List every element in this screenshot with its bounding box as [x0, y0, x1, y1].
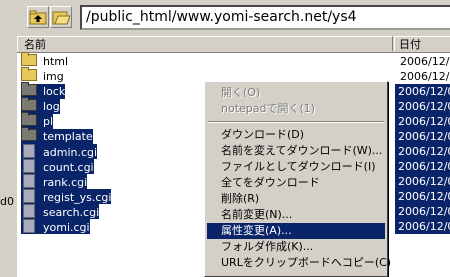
folder-icon	[21, 67, 37, 81]
menu-separator	[208, 121, 384, 123]
up-folder-button[interactable]	[27, 6, 49, 28]
list-item-label: template	[43, 130, 93, 143]
list-item-label: img	[43, 70, 64, 83]
menu-item[interactable]: フォルダ作成(K)...	[207, 239, 385, 255]
menu-item[interactable]: 名前を変えてダウンロード(W)...	[207, 143, 385, 159]
list-item-name[interactable]: rank.cgi	[21, 174, 88, 189]
list-item-label: yomi.cgi	[43, 221, 90, 234]
open-folder-icon	[52, 11, 71, 25]
left-pane-label: d0	[0, 195, 14, 208]
list-item-label: html	[43, 55, 69, 68]
list-item-date: 2006/12/0	[395, 189, 450, 204]
list-item-name[interactable]: yomi.cgi	[21, 219, 90, 234]
file-icon	[23, 174, 35, 188]
list-item[interactable]: html 2006/12/0	[17, 52, 450, 69]
menu-item[interactable]: 全てをダウンロード	[207, 175, 385, 191]
list-item-name[interactable]: regist_ys.cgi	[21, 189, 112, 204]
list-item-name[interactable]: admin.cgi	[21, 144, 98, 159]
list-item-date: 2006/12/0	[395, 144, 450, 159]
up-folder-icon	[29, 10, 47, 25]
list-item-label: regist_ys.cgi	[43, 191, 112, 204]
list-item-date: 2006/12/0	[400, 70, 450, 83]
menu-item[interactable]: ダウンロード(D)	[207, 127, 385, 143]
list-item-name[interactable]: count.cgi	[21, 159, 94, 174]
list-item-label: rank.cgi	[43, 176, 88, 189]
list-item-date: 2006/12/0	[395, 219, 450, 234]
file-icon	[23, 159, 35, 173]
file-icon	[23, 204, 35, 218]
menu-item: notepadで開く(1)	[221, 102, 316, 115]
menu-item: 開く(O)	[221, 86, 261, 99]
list-item-name[interactable]: search.cgi	[21, 204, 100, 219]
menu-item[interactable]: 属性変更(A)...	[207, 223, 385, 239]
file-icon	[23, 144, 35, 158]
column-header-name[interactable]: 名前	[17, 36, 393, 51]
menu-item[interactable]: URLをクリップボードへコピー(C)	[207, 255, 391, 271]
menu-item[interactable]: 名前変更(N)...	[207, 207, 385, 223]
menu-item[interactable]: ファイルとしてダウンロード(I)	[207, 159, 385, 175]
list-item-date: 2006/12/0	[400, 55, 450, 68]
list-item-name[interactable]: template	[21, 127, 93, 144]
list-item-date: 2006/12/0	[395, 174, 450, 189]
list-item-label: search.cgi	[43, 206, 100, 219]
list-header: 名前 日付	[17, 36, 450, 53]
list-item-label: lock	[43, 85, 66, 98]
list-item-label: count.cgi	[43, 161, 94, 174]
column-header-date[interactable]: 日付	[394, 36, 450, 51]
list-item-label: admin.cgi	[43, 146, 98, 159]
menu-item[interactable]: 削除(R)	[207, 191, 385, 207]
left-pane: d0	[0, 35, 16, 277]
list-item-label: log	[43, 100, 60, 113]
toolbar: /public_html/www.yomi-search.net/ys4	[0, 0, 450, 35]
path-field[interactable]: /public_html/www.yomi-search.net/ys4	[80, 5, 450, 30]
list-item-date: 2006/12/0	[395, 84, 450, 99]
list-item-label: pl	[43, 115, 54, 128]
context-menu: 開く(O) notepadで開く(1) ダウンロード(D) 名前を変えてダウンロード(…	[204, 81, 391, 277]
open-folder-button[interactable]	[50, 6, 72, 28]
list-item-date: 2006/12/0	[395, 159, 450, 174]
file-icon	[23, 219, 35, 233]
folder-icon	[21, 112, 37, 126]
folder-icon	[21, 82, 37, 96]
folder-icon	[21, 97, 37, 111]
file-icon	[23, 189, 35, 203]
list-item-date: 2006/12/0	[395, 114, 450, 129]
folder-icon	[21, 127, 37, 141]
list-item-date: 2006/12/0	[395, 129, 450, 144]
folder-icon	[21, 52, 37, 66]
list-item-date: 2006/12/0	[395, 204, 450, 219]
list-item-date: 2006/12/0	[395, 99, 450, 114]
